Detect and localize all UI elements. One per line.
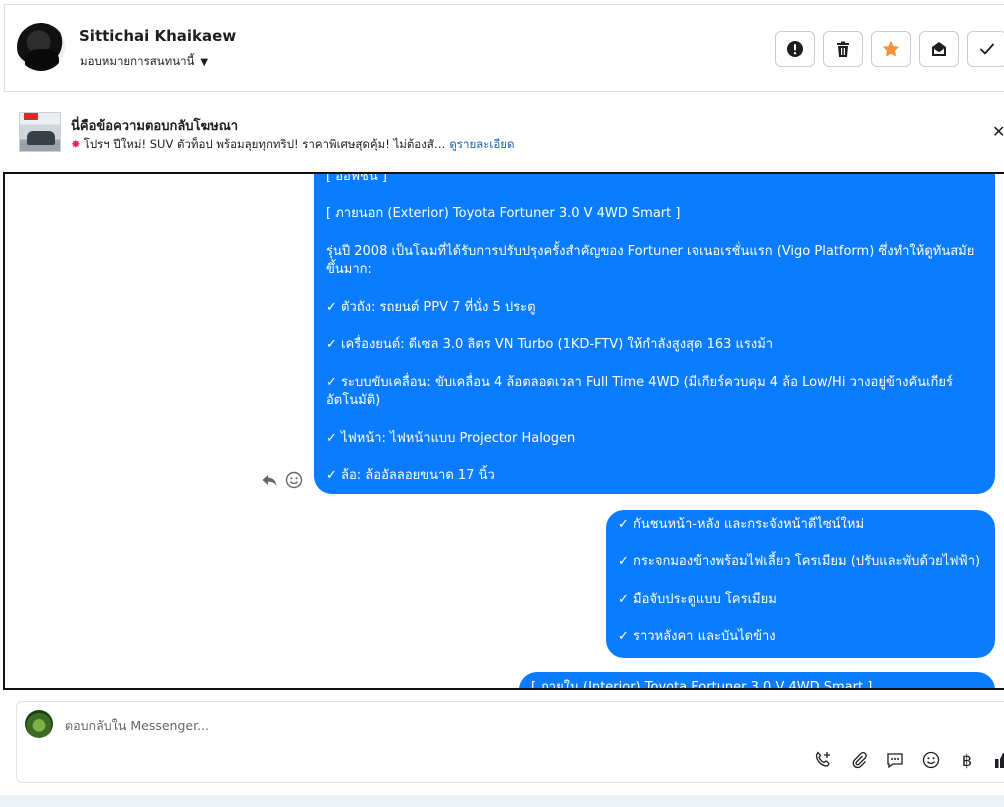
attachment-icon[interactable] bbox=[849, 750, 869, 770]
alert-icon bbox=[787, 41, 803, 57]
contact-name[interactable]: Sittichai Khaikaew bbox=[79, 27, 236, 45]
message-line: ✓ ตัวถัง: รถยนต์ PPV 7 ที่นั่ง 5 ประตู bbox=[326, 299, 536, 315]
ad-reply-banner: นี่คือข้อความตอบกลับโฆษณา ✸ โปรฯ ปีใหม่! … bbox=[4, 92, 1004, 170]
message-line bbox=[326, 448, 986, 467]
message-line bbox=[326, 187, 986, 206]
message-line bbox=[326, 280, 986, 299]
message-text: [ ออฟชั่น ] [ ภายนอก (Exterior) Toyota Fo… bbox=[326, 172, 986, 486]
close-icon[interactable]: ✕ bbox=[992, 122, 1004, 141]
reply-composer[interactable]: ตอบกลับใน Messenger... ฿ bbox=[16, 701, 1004, 783]
message-line: ✓ กระจกมองข้างพร้อมไฟเลี้ยว โครเมียม (ปร… bbox=[618, 554, 981, 570]
page-avatar bbox=[25, 710, 53, 738]
baht-icon[interactable]: ฿ bbox=[957, 751, 977, 770]
message-line: ✓ ไฟหน้า: ไฟหน้าแบบ Projector Halogen bbox=[326, 430, 576, 446]
message-line bbox=[326, 224, 986, 243]
reply-icon[interactable] bbox=[260, 470, 280, 490]
mark-done-button[interactable] bbox=[967, 31, 1004, 67]
message-actions bbox=[260, 470, 304, 490]
like-icon[interactable] bbox=[993, 750, 1004, 770]
reply-input[interactable]: ตอบกลับใน Messenger... bbox=[65, 716, 209, 736]
trash-icon bbox=[837, 41, 849, 57]
mark-unread-icon bbox=[932, 42, 946, 56]
saved-reply-icon[interactable] bbox=[885, 750, 905, 770]
mark-unread-button[interactable] bbox=[919, 31, 959, 67]
mark-spam-button[interactable] bbox=[775, 31, 815, 67]
message-line: ✓ ราวหลังคา และบันไดข้าง bbox=[618, 629, 776, 645]
message-line: ✓ เครื่องยนต์: ดีเซล 3.0 ลิตร VN Turbo (… bbox=[326, 337, 774, 353]
ad-reply-subtitle: ✸ โปรฯ ปีใหม่! SUV ตัวท็อป พร้อมลุยทุกทริ… bbox=[71, 136, 514, 154]
conversation-header: Sittichai Khaikaew มอบหมายการสนทนานี้ ▼ bbox=[4, 4, 1004, 92]
delete-button[interactable] bbox=[823, 31, 863, 67]
assign-label: มอบหมายการสนทนานี้ bbox=[80, 54, 195, 68]
message-text: [ ภายใน (Interior) Toyota Fortuner 3.0 V… bbox=[531, 679, 981, 690]
ad-thumbnail[interactable] bbox=[19, 112, 61, 152]
ad-details-link[interactable]: ดูรายละเอียด bbox=[449, 137, 514, 151]
message-line bbox=[618, 535, 988, 554]
ad-reply-title: นี่คือข้อความตอบกลับโฆษณา bbox=[71, 119, 239, 134]
message-bubble[interactable]: [ ออฟชั่น ] [ ภายนอก (Exterior) Toyota Fo… bbox=[314, 172, 995, 494]
assign-conversation-dropdown[interactable]: มอบหมายการสนทนานี้ ▼ bbox=[80, 53, 208, 71]
message-line: [ ภายใน (Interior) Toyota Fortuner 3.0 V… bbox=[531, 680, 873, 690]
contact-avatar[interactable] bbox=[17, 23, 65, 71]
message-line: [ ออฟชั่น ] bbox=[326, 172, 387, 184]
emoji-react-icon[interactable] bbox=[284, 470, 304, 490]
message-line bbox=[618, 572, 988, 591]
star-button[interactable] bbox=[871, 31, 911, 67]
call-add-icon[interactable] bbox=[813, 750, 833, 770]
message-line bbox=[618, 609, 988, 628]
message-line: ✓ มือจับประตูแบบ โครเมียม bbox=[618, 591, 777, 607]
check-icon bbox=[980, 43, 994, 55]
message-text: ✓ กันชนหน้า-หลัง และกระจังหน้าดีไซน์ใหม่… bbox=[618, 516, 988, 647]
message-line: ✓ กันชนหน้า-หลัง และกระจังหน้าดีไซน์ใหม่ bbox=[618, 517, 865, 532]
message-bubble[interactable]: [ ภายใน (Interior) Toyota Fortuner 3.0 V… bbox=[519, 672, 995, 690]
composer-tools: ฿ bbox=[813, 750, 1004, 770]
message-line bbox=[326, 318, 986, 337]
message-line: ✓ ล้อ: ล้ออัลลอยขนาด 17 นิ้ว bbox=[326, 468, 495, 484]
message-thread[interactable]: [ ออฟชั่น ] [ ภายนอก (Exterior) Toyota Fo… bbox=[3, 172, 1004, 690]
emoji-icon[interactable] bbox=[921, 750, 941, 770]
star-icon bbox=[882, 40, 900, 57]
caret-down-icon: ▼ bbox=[200, 56, 209, 68]
message-bubble[interactable]: ✓ กันชนหน้า-หลัง และกระจังหน้าดีไซน์ใหม่… bbox=[606, 510, 995, 658]
message-line bbox=[326, 355, 986, 374]
message-line bbox=[326, 411, 986, 430]
ad-subtitle-text: โปรฯ ปีใหม่! SUV ตัวท็อป พร้อมลุยทุกทริป… bbox=[83, 137, 446, 151]
message-line: รุ่นปี 2008 เป็นโฉมที่ได้รับการปรับปรุงค… bbox=[326, 243, 975, 278]
sparkle-icon: ✸ bbox=[71, 137, 81, 151]
message-line: ✓ ระบบขับเคลื่อน: ขับเคลื่อน 4 ล้อตลอดเว… bbox=[326, 374, 953, 409]
page-footer-strip bbox=[0, 795, 1004, 807]
header-actions bbox=[775, 31, 1004, 67]
message-line: [ ภายนอก (Exterior) Toyota Fortuner 3.0 … bbox=[326, 206, 681, 222]
